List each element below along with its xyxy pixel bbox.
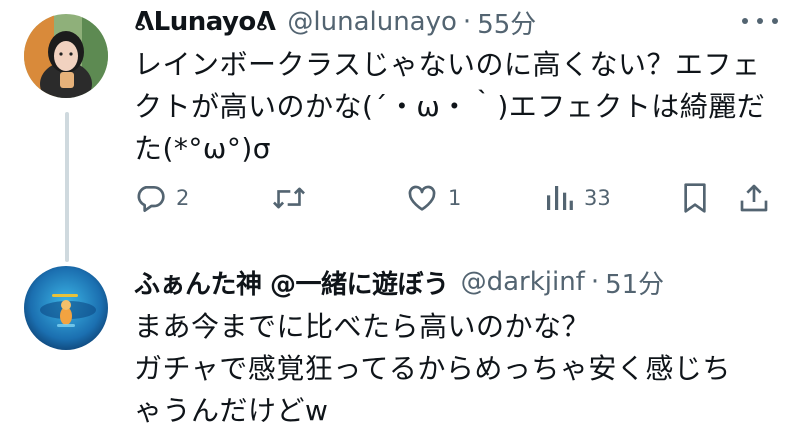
tweet-text-line: ガチャで感覚狂ってるからめっちゃ安く感じち [134, 352, 731, 385]
retweet-button[interactable] [272, 176, 306, 220]
reply-button[interactable]: 2 [134, 176, 189, 220]
tweet-text-line: クトが高いのかな(´・ω・｀)エフェクトは綺麗だ [134, 90, 766, 123]
bookmark-button[interactable] [680, 176, 710, 220]
separator-dot: · [462, 7, 472, 37]
avatar[interactable] [24, 14, 108, 98]
display-name[interactable]: ふぁんた神 @一緒に遊ぼう [134, 264, 449, 301]
reply-icon [137, 186, 165, 212]
user-handle[interactable]: @lunalunayo [287, 7, 457, 37]
tweet-text-line: た(*°ω°)σ [134, 132, 272, 165]
avatar[interactable] [24, 266, 108, 350]
tweet-header: ᕕLunayoᕕ @lunalunayo · 55分 [134, 2, 780, 42]
like-icon [408, 185, 436, 211]
bookmark-icon [684, 183, 706, 213]
tweet-text: レインボークラスじゃないのに高くない？エフェ クトが高いのかな(´・ω・｀)エフ… [134, 44, 774, 170]
tweet-text-line: レインボークラスじゃないのに高くない？エフェ [134, 48, 761, 81]
share-icon [740, 184, 768, 212]
tweet-header: ふぁんた神 @一緒に遊ぼう @darkjinf · 51分 [134, 262, 780, 302]
tweet-text: まあ今までに比べたら高いのかな？ ガチャで感覚狂ってるからめっちゃ安く感じち ゃ… [134, 306, 774, 432]
tweet-text-line: まあ今までに比べたら高いのかな？ [134, 310, 591, 343]
views-button[interactable]: 33 [544, 176, 611, 220]
action-bar: 2 1 33 [134, 176, 774, 220]
like-count: 1 [448, 186, 462, 210]
timestamp[interactable]: 51分 [605, 264, 664, 301]
timestamp[interactable]: 55分 [477, 4, 536, 41]
separator-dot: · [590, 267, 600, 297]
display-name[interactable]: ᕕLunayoᕕ [134, 7, 276, 37]
views-icon [547, 186, 573, 210]
user-handle[interactable]: @darkjinf [461, 267, 585, 297]
retweet-icon [273, 187, 305, 209]
more-options-icon[interactable] [742, 10, 778, 32]
like-button[interactable]: 1 [406, 176, 461, 220]
tweet[interactable]: ᕕLunayoᕕ @lunalunayo · 55分 レインボークラスじゃないの… [0, 0, 800, 240]
share-button[interactable] [738, 176, 770, 220]
tweet[interactable]: ふぁんた神 @一緒に遊ぼう @darkjinf · 51分 まあ今までに比べたら… [0, 252, 800, 427]
views-count: 33 [584, 186, 611, 210]
reply-count: 2 [176, 186, 190, 210]
